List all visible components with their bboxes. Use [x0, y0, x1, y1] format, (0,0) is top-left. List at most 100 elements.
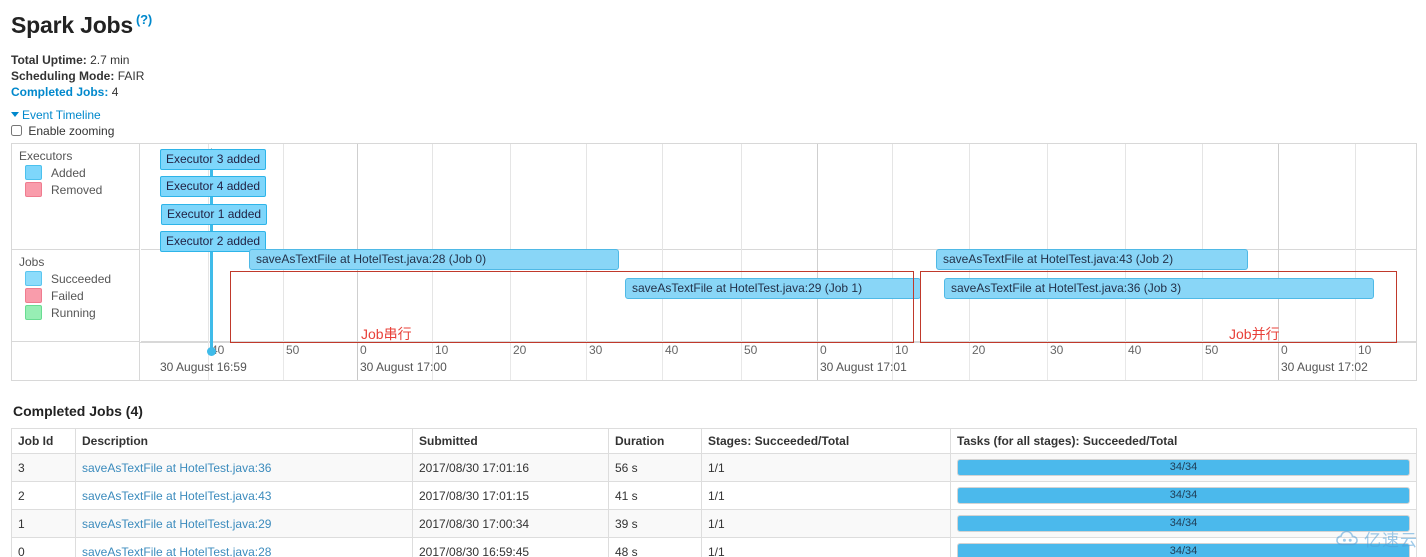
tasks-progress-bar[interactable]: 34/34	[957, 515, 1410, 532]
gridline	[1278, 144, 1279, 342]
axis-tick-label: 10	[1358, 343, 1372, 357]
gridline	[586, 144, 587, 342]
enable-zooming-checkbox[interactable]	[11, 125, 22, 136]
summary-value-uptime: 2.7 min	[90, 53, 130, 67]
cell-description: saveAsTextFile at HotelTest.java:43	[75, 481, 413, 510]
axis-tick-label: 50	[1205, 343, 1219, 357]
executor-event-box[interactable]: Executor 1 added	[161, 204, 268, 225]
summary-value-scheduling-mode: FAIR	[117, 69, 145, 83]
tasks-progress-label: 34/34	[1169, 489, 1198, 501]
annotation-label: Job并行	[1229, 326, 1280, 342]
legend-label-added: Added	[51, 165, 86, 180]
executor-event-box[interactable]: Executor 4 added	[160, 176, 267, 197]
job-description-link[interactable]: saveAsTextFile at HotelTest.java:29	[82, 517, 271, 531]
cell-tasks: 34/34	[950, 481, 1417, 510]
job-timeline-bar[interactable]: saveAsTextFile at HotelTest.java:36 (Job…	[944, 278, 1374, 299]
swatch-removed-icon	[25, 182, 42, 197]
cell-stages: 1/1	[701, 509, 951, 538]
gridline	[969, 144, 970, 342]
axis-tick-label: 0	[360, 343, 367, 357]
axis-tick-label: 30	[1050, 343, 1064, 357]
gridline	[432, 144, 433, 342]
axis-tick-label: 0	[820, 343, 827, 357]
gridline	[1125, 144, 1126, 342]
swatch-failed-icon	[25, 288, 42, 303]
gridline	[892, 144, 893, 342]
help-link[interactable]: (?)	[136, 12, 152, 27]
cell-tasks: 34/34	[950, 509, 1417, 538]
event-timeline-panel: Executors Added Removed Jobs Succeeded F…	[11, 143, 1417, 381]
column-header-tasks[interactable]: Tasks (for all stages): Succeeded/Total	[950, 428, 1417, 454]
gridline	[357, 144, 358, 342]
page-title-text: Spark Jobs	[11, 12, 133, 38]
column-header-submitted[interactable]: Submitted	[412, 428, 609, 454]
axis-major-label: 30 August 17:02	[1281, 360, 1368, 374]
tasks-progress-label: 34/34	[1169, 461, 1198, 473]
cell-submitted: 2017/08/30 17:00:34	[412, 509, 609, 538]
timeline-legend-column: Executors Added Removed Jobs Succeeded F…	[12, 144, 140, 380]
axis-tick-label: 30	[589, 343, 603, 357]
cell-stages: 1/1	[701, 537, 951, 557]
axis-tick-label: 40	[1128, 343, 1142, 357]
swatch-added-icon	[25, 165, 42, 180]
job-timeline-bar[interactable]: saveAsTextFile at HotelTest.java:28 (Job…	[249, 249, 619, 270]
event-timeline-toggle[interactable]: Event Timeline	[11, 108, 101, 122]
legend-group-jobs: Jobs Succeeded Failed Running	[12, 250, 140, 342]
cell-duration: 41 s	[608, 481, 702, 510]
job-summary: Total Uptime: 2.7 min Scheduling Mode: F…	[11, 52, 144, 100]
axis-tick-label: 20	[972, 343, 986, 357]
tasks-progress-bar[interactable]: 34/34	[957, 459, 1410, 476]
gridline	[1355, 144, 1356, 342]
tasks-progress-bar[interactable]: 34/34	[957, 543, 1410, 557]
cell-duration: 56 s	[608, 453, 702, 482]
column-header-job-id[interactable]: Job Id	[11, 428, 76, 454]
axis-tick-label: 20	[513, 343, 527, 357]
cell-description: saveAsTextFile at HotelTest.java:28	[75, 537, 413, 557]
enable-zooming-label: Enable zooming	[28, 124, 115, 138]
legend-label-removed: Removed	[51, 182, 103, 197]
legend-group-title-jobs: Jobs	[19, 255, 45, 269]
axis-major-label: 30 August 17:00	[360, 360, 447, 374]
axis-tick-label: 0	[1281, 343, 1288, 357]
legend-label-succeeded: Succeeded	[51, 271, 112, 286]
column-header-description[interactable]: Description	[75, 428, 413, 454]
legend-item-running: Running	[25, 305, 140, 320]
job-timeline-bar[interactable]: saveAsTextFile at HotelTest.java:43 (Job…	[936, 249, 1248, 270]
job-description-link[interactable]: saveAsTextFile at HotelTest.java:28	[82, 545, 271, 557]
cell-duration: 39 s	[608, 509, 702, 538]
cell-submitted: 2017/08/30 16:59:45	[412, 537, 609, 557]
summary-key-completed-jobs[interactable]: Completed Jobs:	[11, 85, 108, 99]
job-description-link[interactable]: saveAsTextFile at HotelTest.java:43	[82, 489, 271, 503]
legend-item-removed: Removed	[25, 182, 140, 197]
annotation-label: Job串行	[361, 326, 412, 342]
legend-label-running: Running	[51, 305, 96, 320]
gridline	[817, 144, 818, 342]
table-row: 1 saveAsTextFile at HotelTest.java:29 2017…	[11, 509, 1417, 538]
summary-row-uptime: Total Uptime: 2.7 min	[11, 52, 144, 68]
caret-down-icon	[11, 112, 19, 117]
tasks-progress-bar[interactable]: 34/34	[957, 487, 1410, 504]
column-header-stages[interactable]: Stages: Succeeded/Total	[701, 428, 951, 454]
tasks-progress-label: 34/34	[1169, 545, 1198, 557]
gridline	[741, 144, 742, 342]
job-timeline-bar[interactable]: saveAsTextFile at HotelTest.java:29 (Job…	[625, 278, 921, 299]
timeline-plot[interactable]: Executor 3 added Executor 4 added Executor…	[12, 144, 1416, 380]
gridline	[1047, 144, 1048, 342]
table-header-row: Job Id Description Submitted Duration St…	[11, 428, 1417, 454]
legend-item-succeeded: Succeeded	[25, 271, 140, 286]
enable-zooming-row[interactable]: Enable zooming	[11, 124, 114, 138]
cell-description: saveAsTextFile at HotelTest.java:36	[75, 453, 413, 482]
axis-major-label: 30 August 16:59	[160, 360, 247, 374]
cell-tasks: 34/34	[950, 537, 1417, 557]
column-header-duration[interactable]: Duration	[608, 428, 702, 454]
job-description-link[interactable]: saveAsTextFile at HotelTest.java:36	[82, 461, 271, 475]
table-row: 2 saveAsTextFile at HotelTest.java:43 2017…	[11, 481, 1417, 510]
gridline	[1202, 144, 1203, 342]
job-start-marker-dot[interactable]	[207, 347, 216, 356]
swatch-succeeded-icon	[25, 271, 42, 286]
executor-event-box[interactable]: Executor 3 added	[160, 149, 267, 170]
completed-jobs-title: Completed Jobs (4)	[13, 403, 143, 419]
axis-tick-label: 50	[744, 343, 758, 357]
cell-stages: 1/1	[701, 453, 951, 482]
cell-job-id: 1	[11, 509, 76, 538]
